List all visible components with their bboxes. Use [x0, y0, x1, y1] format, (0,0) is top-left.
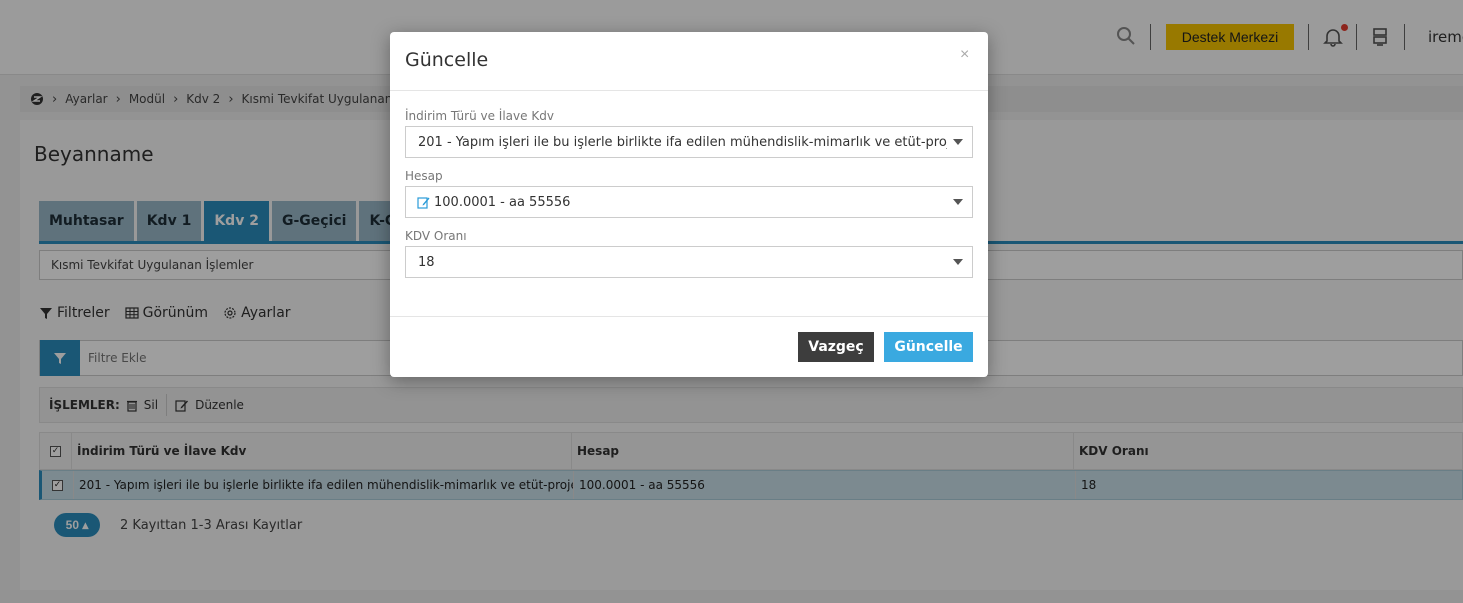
caret-down-icon — [953, 139, 963, 145]
kdv-orani-select-value: 18 — [418, 254, 435, 270]
update-button[interactable]: Güncelle — [884, 332, 973, 362]
field-label-indirim: İndirim Türü ve İlave Kdv — [405, 109, 554, 123]
field-label-kdv-orani: KDV Oranı — [405, 229, 467, 243]
caret-down-icon — [953, 259, 963, 265]
dialog-footer-divider — [390, 316, 988, 317]
hesap-select-value: 100.0001 - aa 55556 — [434, 194, 571, 210]
edit-icon[interactable] — [417, 196, 430, 209]
cancel-button[interactable]: Vazgeç — [798, 332, 874, 362]
dialog-title: Güncelle — [405, 49, 489, 71]
kdv-orani-select[interactable]: 18 — [405, 246, 973, 278]
app-background: Destek Merkezi iremc › Ayarlar › Modül ›… — [0, 0, 1463, 603]
close-icon[interactable]: × — [960, 46, 969, 64]
indirim-select[interactable]: 201 - Yapım işleri ile bu işlerle birlik… — [405, 126, 973, 158]
update-dialog: Güncelle × İndirim Türü ve İlave Kdv 201… — [390, 32, 988, 377]
dialog-header-divider — [390, 90, 988, 91]
indirim-select-value: 201 - Yapım işleri ile bu işlerle birlik… — [418, 134, 947, 150]
hesap-select[interactable]: 100.0001 - aa 55556 — [405, 186, 973, 218]
field-label-hesap: Hesap — [405, 169, 443, 183]
caret-down-icon — [953, 199, 963, 205]
